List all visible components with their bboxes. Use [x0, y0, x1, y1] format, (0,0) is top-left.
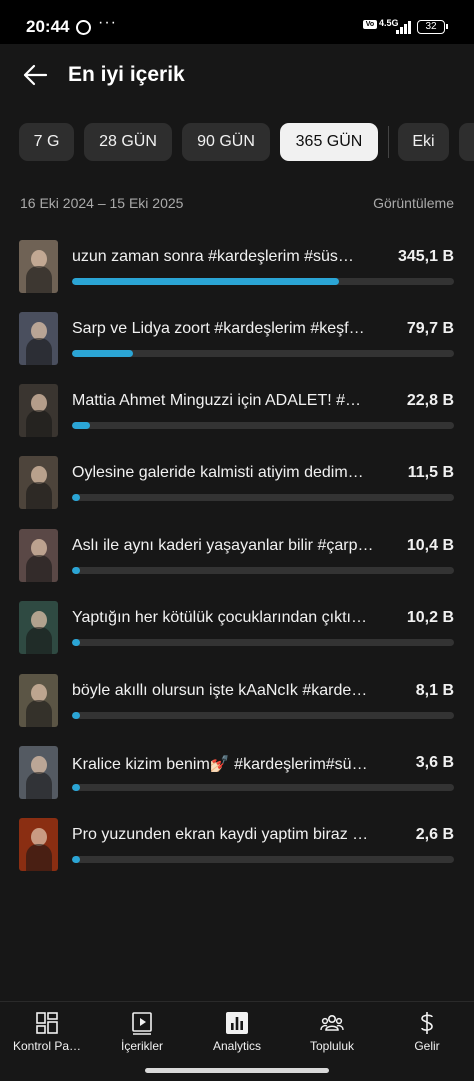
views-bar-track — [72, 494, 454, 501]
view-count: 3,6 B — [415, 754, 454, 771]
chip-90-days[interactable]: 90 GÜN — [182, 123, 270, 161]
views-bar-fill — [72, 422, 90, 429]
content-title: Yaptığın her kötülük çocuklarından çıktı… — [72, 609, 367, 626]
content-thumbnail — [19, 601, 58, 654]
content-thumbnail — [19, 674, 58, 727]
view-count: 345,1 B — [397, 248, 454, 265]
views-bar-fill — [72, 494, 80, 501]
list-item[interactable]: Aslı ile aynı kaderi yaşayanlar bilir #ç… — [0, 529, 474, 599]
views-bar-fill — [72, 784, 80, 791]
nav-label: Analytics — [212, 1039, 262, 1053]
views-bar-track — [72, 639, 454, 646]
content-title: Oylesine galeride kalmisti atiyim dedim… — [72, 464, 364, 481]
more-notifications-icon: ··· — [98, 14, 117, 31]
content-thumbnail — [19, 312, 58, 365]
view-count: 10,4 B — [406, 537, 454, 554]
nav-content[interactable]: İçerikler — [94, 1002, 190, 1062]
content-title: Kralice kizim benim💅🏻 #kardeşlerim#sü… — [72, 756, 368, 773]
period-chips: 7 G 28 GÜN 90 GÜN 365 GÜN Eki — [0, 123, 474, 161]
list-item[interactable]: uzun zaman sonra #kardeşlerim #süs… 345,… — [0, 240, 474, 310]
list-item[interactable]: Pro yuzunden ekran kaydi yaptim biraz k…… — [0, 818, 474, 888]
content-icon — [132, 1012, 152, 1035]
views-bar-track — [72, 567, 454, 574]
views-bar-fill — [72, 567, 80, 574]
battery-icon: 32 — [417, 20, 448, 34]
nav-label: İçerikler — [120, 1039, 163, 1053]
views-bar-fill — [72, 712, 80, 719]
volte-icon: Vo — [363, 20, 377, 29]
views-bar-track — [72, 350, 454, 357]
nav-analytics[interactable]: Analytics — [190, 1002, 284, 1062]
page-header: En iyi içerik — [0, 44, 474, 108]
nav-label: Gelir — [414, 1039, 440, 1053]
view-count: 79,7 B — [406, 320, 454, 337]
content-thumbnail — [19, 240, 58, 293]
nav-dashboard[interactable]: Kontrol Pa… — [0, 1002, 94, 1062]
home-indicator[interactable] — [145, 1068, 329, 1073]
list-item[interactable]: Sarp ve Lidya zoort #kardeşlerim #keşf… … — [0, 312, 474, 382]
views-bar-fill — [72, 639, 80, 646]
list-item[interactable]: Kralice kizim benim💅🏻 #kardeşlerim#sü… 3… — [0, 746, 474, 816]
list-item[interactable]: Mattia Ahmet Minguzzi için ADALET! #… 22… — [0, 384, 474, 454]
content-title: Aslı ile aynı kaderi yaşayanlar bilir #ç… — [72, 537, 374, 554]
page-title: En iyi içerik — [68, 63, 185, 86]
views-bar-fill — [72, 350, 134, 357]
chip-month-next[interactable] — [459, 123, 474, 161]
nav-community[interactable]: Topluluk — [284, 1002, 380, 1062]
content-title: uzun zaman sonra #kardeşlerim #süs… — [72, 248, 354, 265]
views-bar-track — [72, 856, 454, 863]
earn-icon — [421, 1012, 433, 1034]
views-bar-track — [72, 278, 454, 285]
chip-divider — [388, 126, 389, 158]
view-count: 10,2 B — [406, 609, 454, 626]
list-item[interactable]: böyle akıllı olursun işte kAaNcIk #karde… — [0, 674, 474, 744]
views-bar-fill — [72, 856, 80, 863]
view-count: 8,1 B — [415, 682, 454, 699]
view-count: 2,6 B — [415, 826, 454, 843]
nav-earn[interactable]: Gelir — [380, 1002, 474, 1062]
views-bar-track — [72, 712, 454, 719]
content-thumbnail — [19, 746, 58, 799]
content-thumbnail — [19, 529, 58, 582]
content-title: Pro yuzunden ekran kaydi yaptim biraz k… — [72, 826, 374, 843]
analytics-icon — [226, 1012, 248, 1034]
whatsapp-icon — [76, 20, 91, 35]
chip-28-days[interactable]: 28 GÜN — [84, 123, 172, 161]
back-arrow-icon[interactable] — [22, 62, 48, 88]
signal-icon — [396, 20, 412, 34]
community-icon — [320, 1015, 344, 1031]
views-bar-fill — [72, 278, 340, 285]
view-count: 11,5 B — [407, 464, 454, 481]
status-time: 20:44 — [26, 17, 70, 36]
status-bar: 20:44 ··· Vo 4.5G 32 — [0, 0, 474, 44]
chip-365-days[interactable]: 365 GÜN — [280, 123, 378, 161]
chip-month-oct[interactable]: Eki — [398, 123, 449, 161]
content-title: Sarp ve Lidya zoort #kardeşlerim #keşf… — [72, 320, 365, 337]
metric-label: Görüntüleme — [373, 195, 454, 211]
list-item[interactable]: Yaptığın her kötülük çocuklarından çıktı… — [0, 601, 474, 671]
content-thumbnail — [19, 384, 58, 437]
content-thumbnail — [19, 456, 58, 509]
dashboard-icon — [36, 1012, 58, 1034]
nav-label: Topluluk — [309, 1039, 355, 1053]
content-thumbnail — [19, 818, 58, 871]
content-title: böyle akıllı olursun işte kAaNcIk #karde… — [72, 682, 374, 699]
views-bar-track — [72, 422, 454, 429]
date-range-label: 16 Eki 2024 – 15 Eki 2025 — [20, 195, 184, 211]
views-bar-track — [72, 784, 454, 791]
chip-7-days[interactable]: 7 G — [19, 123, 74, 161]
content-title: Mattia Ahmet Minguzzi için ADALET! #… — [72, 392, 361, 409]
list-item[interactable]: Oylesine galeride kalmisti atiyim dedim…… — [0, 456, 474, 526]
view-count: 22,8 B — [406, 392, 454, 409]
nav-label: Kontrol Pa… — [12, 1039, 82, 1053]
